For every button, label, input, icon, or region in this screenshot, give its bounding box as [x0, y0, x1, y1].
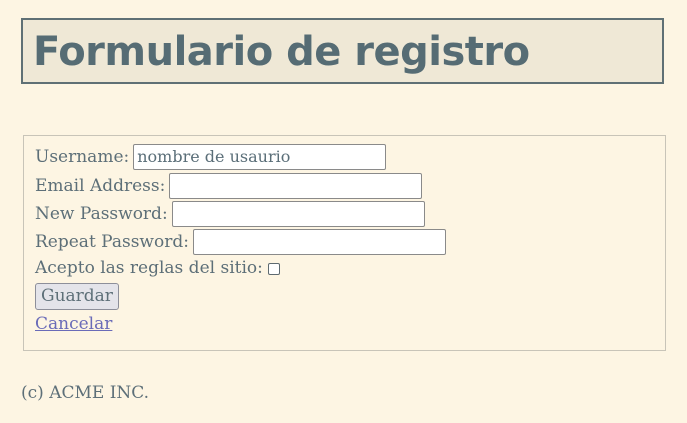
footer-copyright: (c) ACME INC.	[21, 383, 150, 403]
email-row: Email Address:	[35, 173, 423, 199]
repeat-password-row: Repeat Password:	[35, 229, 446, 255]
new-password-row: New Password:	[35, 201, 425, 227]
username-row: Username: nombre de usaurio	[35, 144, 387, 170]
new-password-input[interactable]	[171, 201, 425, 227]
repeat-password-label: Repeat Password:	[35, 232, 189, 252]
accept-rules-label: Acepto las reglas del sitio:	[35, 258, 263, 278]
save-button[interactable]: Guardar	[35, 283, 119, 310]
username-label: Username:	[35, 147, 130, 167]
cancel-link[interactable]: Cancelar	[35, 313, 112, 335]
page-title: Formulario de registro	[33, 29, 530, 75]
accept-rules-checkbox[interactable]	[267, 263, 280, 275]
registration-form: Username: nombre de usaurio Email Addres…	[23, 135, 666, 351]
email-label: Email Address:	[35, 176, 166, 196]
page-header: Formulario de registro	[21, 18, 664, 84]
email-input[interactable]	[169, 173, 423, 199]
repeat-password-input[interactable]	[192, 229, 446, 255]
accept-rules-row: Acepto las reglas del sitio:	[35, 257, 280, 279]
new-password-label: New Password:	[35, 204, 168, 224]
username-input[interactable]: nombre de usaurio	[133, 144, 387, 170]
